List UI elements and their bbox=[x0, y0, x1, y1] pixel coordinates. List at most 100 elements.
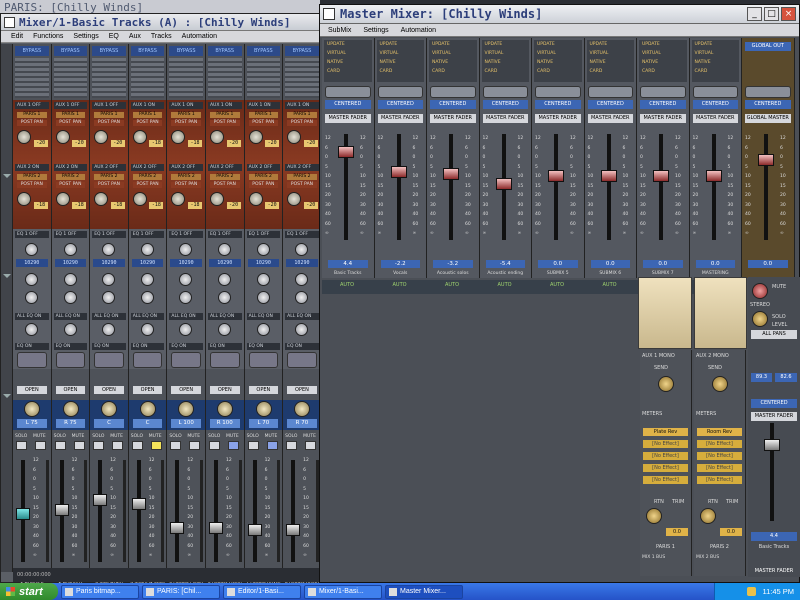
eq-freq-knob[interactable] bbox=[256, 243, 270, 256]
fader-cap[interactable] bbox=[131, 498, 146, 510]
master-mute-knob[interactable] bbox=[752, 283, 768, 299]
aux2-toggle[interactable]: AUX 2 ON bbox=[53, 164, 88, 171]
io-card[interactable]: CARD bbox=[327, 69, 340, 74]
fader-cap[interactable] bbox=[247, 524, 262, 536]
eq-q-knob[interactable] bbox=[256, 291, 270, 304]
eq-gain-knob[interactable] bbox=[102, 273, 116, 286]
pan-knob[interactable] bbox=[101, 401, 118, 417]
all-eq-toggle[interactable]: ALL EQ ON bbox=[130, 313, 165, 320]
aux-send-knob[interactable] bbox=[658, 376, 674, 392]
eq-freq-knob[interactable] bbox=[217, 243, 231, 256]
submix-fader[interactable]: 12 12 6 6 0 0 5 5 10 10 15 15 20 20 30 30 40 40 60 60 ∞ ∞ bbox=[427, 126, 479, 244]
channel-fader[interactable]: 12605101520304060∞ bbox=[245, 456, 283, 566]
taskbar-item[interactable]: Mixer/1-Basi... bbox=[304, 584, 382, 599]
mute-button[interactable] bbox=[150, 441, 162, 450]
eq-on-toggle[interactable]: EQ ON bbox=[246, 343, 281, 350]
effect-slot[interactable]: Room Rev bbox=[697, 428, 742, 436]
aux2-send-knob[interactable] bbox=[17, 192, 31, 206]
bypass-button[interactable]: BYPASS bbox=[207, 46, 242, 56]
io-update[interactable]: UPDATE bbox=[380, 42, 398, 47]
mute-button[interactable] bbox=[266, 441, 278, 450]
taskbar-item[interactable]: PARIS: [Chil... bbox=[142, 584, 220, 599]
centered-button[interactable]: CENTERED bbox=[745, 100, 791, 109]
collapse-arrow-icon[interactable] bbox=[3, 394, 11, 398]
eq-q-knob[interactable] bbox=[102, 291, 116, 304]
channel-fader[interactable]: 12605101520304060∞ bbox=[206, 456, 244, 566]
eq-freq-knob[interactable] bbox=[25, 243, 38, 256]
eq-freq-knob[interactable] bbox=[140, 243, 154, 256]
open-button[interactable]: OPEN bbox=[209, 386, 240, 394]
master-centered-button[interactable]: CENTERED bbox=[751, 399, 797, 408]
aux1-send-knob[interactable] bbox=[132, 130, 147, 144]
fader-cap[interactable] bbox=[548, 170, 564, 182]
eq-trim-knob[interactable] bbox=[102, 323, 116, 336]
eq1-toggle[interactable]: EQ 1 OFF bbox=[130, 231, 165, 238]
fader-cap[interactable] bbox=[705, 170, 722, 182]
channel-fader[interactable]: 12605101520304060∞ bbox=[90, 456, 128, 566]
eq-gain-knob[interactable] bbox=[140, 273, 154, 286]
tray-icon[interactable] bbox=[747, 587, 757, 596]
io-card[interactable]: CARD bbox=[590, 69, 603, 74]
aux2-toggle[interactable]: AUX 2 ON bbox=[15, 164, 49, 171]
solo-button[interactable] bbox=[93, 441, 105, 450]
open-button[interactable]: OPEN bbox=[94, 386, 124, 394]
all-eq-toggle[interactable]: ALL EQ ON bbox=[246, 313, 281, 320]
solo-button[interactable] bbox=[131, 441, 143, 450]
eq-on-toggle[interactable]: EQ ON bbox=[207, 343, 242, 350]
centered-button[interactable]: CENTERED bbox=[430, 100, 476, 109]
io-update[interactable]: UPDATE bbox=[432, 42, 450, 47]
mute-button[interactable] bbox=[35, 441, 46, 450]
eq1-toggle[interactable]: EQ 1 OFF bbox=[92, 231, 126, 238]
submix-fader[interactable]: 12 12 6 6 0 0 5 5 10 10 15 15 20 20 30 30 40 40 60 60 ∞ ∞ bbox=[637, 126, 689, 244]
effect-slot[interactable]: [No Effect] bbox=[643, 452, 688, 460]
fader-cap[interactable] bbox=[93, 494, 108, 506]
open-button[interactable]: OPEN bbox=[248, 386, 279, 394]
aux-rtn-knob[interactable] bbox=[646, 508, 662, 524]
aux2-toggle[interactable]: AUX 2 OFF bbox=[92, 164, 126, 171]
eq-trim-knob[interactable] bbox=[179, 323, 193, 336]
centered-button[interactable]: CENTERED bbox=[692, 100, 738, 109]
io-native[interactable]: NATIVE bbox=[432, 60, 448, 65]
io-card[interactable]: CARD bbox=[642, 69, 655, 74]
solo-button[interactable] bbox=[208, 441, 220, 450]
fader-cap[interactable] bbox=[443, 168, 459, 180]
aux2-send-knob[interactable] bbox=[287, 192, 302, 206]
menu-tracks[interactable]: Tracks bbox=[151, 31, 172, 42]
aux1-toggle[interactable]: AUX 1 ON bbox=[169, 102, 203, 109]
fader-cap[interactable] bbox=[653, 170, 669, 182]
io-native[interactable]: NATIVE bbox=[380, 60, 396, 65]
bypass-button[interactable]: BYPASS bbox=[15, 46, 49, 56]
eq-on-toggle[interactable]: EQ ON bbox=[15, 343, 49, 350]
menu-aux[interactable]: Aux bbox=[129, 31, 141, 42]
close-button[interactable]: × bbox=[781, 7, 796, 21]
io-virtual[interactable]: VIRTUAL bbox=[642, 51, 661, 56]
eq1-toggle[interactable]: EQ 1 OFF bbox=[169, 231, 203, 238]
open-button[interactable]: OPEN bbox=[287, 386, 317, 394]
pan-knob[interactable] bbox=[294, 401, 311, 417]
eq-freq-knob[interactable] bbox=[295, 243, 309, 256]
fader-cap[interactable] bbox=[338, 146, 354, 158]
mute-button[interactable] bbox=[305, 441, 317, 450]
menu-submix[interactable]: SubMix bbox=[328, 24, 351, 36]
master-mixer-window[interactable]: Master Mixer: [Chilly Winds] _ □ × SubMi… bbox=[319, 4, 800, 583]
bypass-button[interactable]: BYPASS bbox=[130, 46, 165, 56]
pan-knob[interactable] bbox=[62, 401, 79, 417]
global-out-button[interactable]: GLOBAL OUT bbox=[745, 42, 791, 51]
effect-slot[interactable]: [No Effect] bbox=[643, 440, 688, 448]
eq1-toggle[interactable]: EQ 1 OFF bbox=[246, 231, 281, 238]
aux2-send-knob[interactable] bbox=[55, 192, 70, 206]
master-mixer-title-bar[interactable]: Master Mixer: [Chilly Winds] _ □ × bbox=[320, 5, 799, 24]
plugin-slots[interactable] bbox=[169, 58, 203, 98]
eq-q-knob[interactable] bbox=[295, 291, 309, 304]
aux2-send-knob[interactable] bbox=[248, 192, 263, 206]
eq-q-knob[interactable] bbox=[179, 291, 193, 304]
submix-fader[interactable]: 12 12 6 6 0 0 5 5 10 10 15 15 20 20 30 30 40 40 60 60 ∞ ∞ bbox=[375, 126, 427, 244]
io-virtual[interactable]: VIRTUAL bbox=[327, 51, 346, 56]
eq1-toggle[interactable]: EQ 1 OFF bbox=[15, 231, 49, 238]
aux2-toggle[interactable]: AUX 2 OFF bbox=[285, 164, 319, 171]
eq-q-knob[interactable] bbox=[63, 291, 77, 304]
aux1-toggle[interactable]: AUX 1 ON bbox=[207, 102, 242, 109]
plugin-slots[interactable] bbox=[130, 58, 165, 98]
effect-slot[interactable]: [No Effect] bbox=[697, 452, 742, 460]
eq-q-knob[interactable] bbox=[140, 291, 154, 304]
